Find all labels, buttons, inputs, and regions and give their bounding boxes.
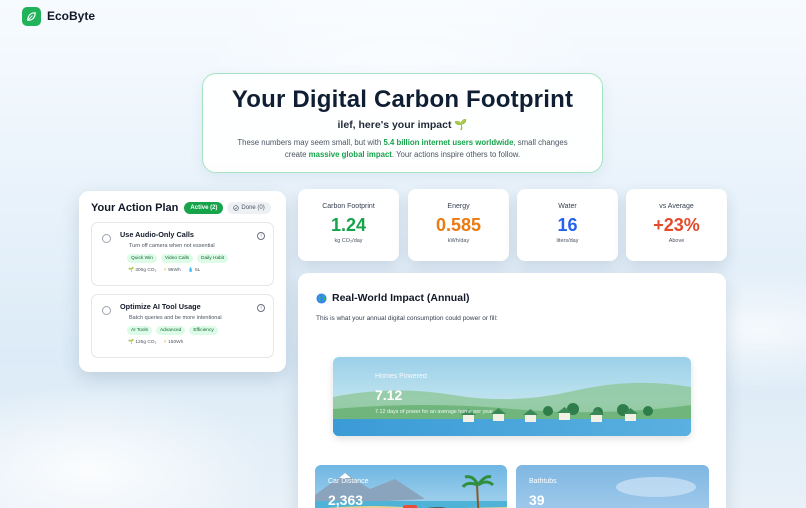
info-icon[interactable]: i (257, 232, 265, 240)
impact-panel: Real-World Impact (Annual) This is what … (298, 273, 726, 508)
task-metrics: 🌱 300g CO₂ ⚡ 96Wh 💧 5L (128, 268, 265, 273)
task-checkbox[interactable] (102, 234, 111, 243)
hero-subtitle: ilef, here's your impact 🌱 (203, 118, 602, 131)
task-co2: 🌱 125g CO₂ (128, 340, 156, 345)
impact-description: This is what your annual digital consump… (316, 315, 498, 322)
stat-label: Carbon Footprint (322, 203, 375, 210)
hero-card: Your Digital Carbon Footprint ilef, here… (202, 73, 603, 173)
task-tags: Quick Win Video Calls Daily Habit (127, 254, 265, 263)
task-co2: 🌱 300g CO₂ (128, 268, 156, 273)
task-title: Optimize AI Tool Usage (120, 302, 201, 311)
impact-title-text: Real-World Impact (Annual) (332, 292, 470, 304)
task-tag: AI Tools (127, 326, 152, 335)
hero-desc-part3: . Your actions inspire others to follow. (391, 150, 521, 160)
task-energy-value: 96Wh (168, 268, 181, 273)
tab-done-label: Done (0) (241, 205, 265, 211)
hero-desc-highlight-users: 5.4 billion internet users worldwide (383, 138, 514, 147)
stat-value: +23% (653, 215, 700, 235)
plant-icon: 🌱 (128, 268, 134, 273)
action-plan-panel: Your Action Plan Active (2) Done (0) i U… (79, 191, 286, 372)
task-co2-value: 300g CO₂ (135, 268, 157, 273)
task-co2-value: 125g CO₂ (135, 340, 157, 345)
task-water: 💧 5L (188, 268, 201, 273)
task-description: Turn off camera when not essential (129, 243, 215, 249)
task-energy: ⚡ 150Wh (163, 340, 183, 345)
stat-label: vs Average (659, 203, 694, 210)
stat-unit: liters/day (556, 238, 579, 244)
task-energy-value: 150Wh (168, 340, 184, 345)
brand-name[interactable]: EcoByte (47, 9, 95, 23)
leaf-logo-icon[interactable] (22, 6, 41, 26)
task-description: Batch queries and be more intentional (129, 315, 222, 321)
stat-unit: kg CO₂/day (334, 238, 363, 244)
tab-done[interactable]: Done (0) (227, 202, 271, 214)
hero-desc-highlight-impact: massive global impact (308, 150, 392, 160)
stat-card-water: Water 16 liters/day (517, 189, 618, 261)
action-item[interactable]: i Use Audio-Only Calls Turn off camera w… (91, 222, 274, 286)
task-tag: Efficiency (189, 326, 218, 335)
action-item[interactable]: i Optimize AI Tool Usage Batch queries a… (91, 294, 274, 358)
hero-description: These numbers may seem small, but with 5… (233, 137, 573, 162)
bathtubs-value: 39 (529, 492, 545, 508)
hero-desc-part1: These numbers may seem small, but with (237, 138, 384, 147)
car-distance-card[interactable]: Car Distance 2,363 (315, 465, 507, 508)
homes-powered-card[interactable]: Homes Powered 7.12 7.12 days of power fo… (333, 357, 691, 436)
stat-value: 16 (557, 215, 578, 235)
hero-subtitle-text: ilef, here's your impact (337, 119, 452, 131)
plant-icon: 🌱 (128, 340, 134, 345)
stat-card-energy: Energy 0.585 kWh/day (408, 189, 509, 261)
stat-label: Water (558, 203, 577, 210)
task-energy: ⚡ 96Wh (163, 268, 180, 273)
car-distance-value: 2,363 (328, 492, 364, 508)
lightning-icon: ⚡ (163, 268, 167, 273)
bathtubs-label: Bathtubs (529, 478, 557, 485)
impact-title: Real-World Impact (Annual) (316, 292, 469, 304)
stat-unit: Above (668, 238, 685, 244)
stat-card-carbon: Carbon Footprint 1.24 kg CO₂/day (298, 189, 399, 261)
task-tag: Quick Win (127, 254, 157, 263)
task-water-value: 5L (194, 268, 201, 273)
homes-value: 7.12 (375, 387, 403, 403)
tab-active[interactable]: Active (2) (184, 202, 224, 214)
homes-description: 7.12 days of power for an average home p… (375, 409, 494, 415)
info-icon[interactable]: i (257, 304, 265, 312)
task-tag: Daily Habit (197, 254, 229, 263)
bathtubs-card[interactable]: Bathtubs 39 (516, 465, 709, 508)
check-circle-icon (233, 205, 240, 211)
top-bar: EcoByte (0, 0, 806, 32)
action-plan-title: Your Action Plan (91, 202, 179, 214)
page-title: Your Digital Carbon Footprint (231, 86, 574, 113)
task-metrics: 🌱 125g CO₂ ⚡ 150Wh (128, 340, 265, 345)
homes-label: Homes Powered (375, 373, 427, 380)
stat-card-vs-average: vs Average +23% Above (626, 189, 727, 261)
action-plan-header: Your Action Plan Active (2) Done (0) (91, 202, 274, 214)
task-tag: Advanced (155, 326, 186, 335)
task-tags: AI Tools Advanced Efficiency (127, 326, 265, 335)
task-tag: Video Calls (160, 254, 194, 263)
seedling-icon: 🌱 (454, 119, 468, 131)
lightning-icon: ⚡ (163, 340, 167, 345)
stat-unit: kWh/day (447, 238, 470, 244)
stat-label: Energy (447, 203, 470, 210)
globe-icon (316, 292, 327, 304)
task-title: Use Audio-Only Calls (120, 230, 194, 239)
stat-value: 1.24 (330, 215, 367, 235)
droplet-icon: 💧 (187, 268, 194, 273)
stat-value: 0.585 (435, 215, 482, 235)
task-checkbox[interactable] (102, 306, 111, 315)
car-distance-label: Car Distance (328, 478, 369, 485)
